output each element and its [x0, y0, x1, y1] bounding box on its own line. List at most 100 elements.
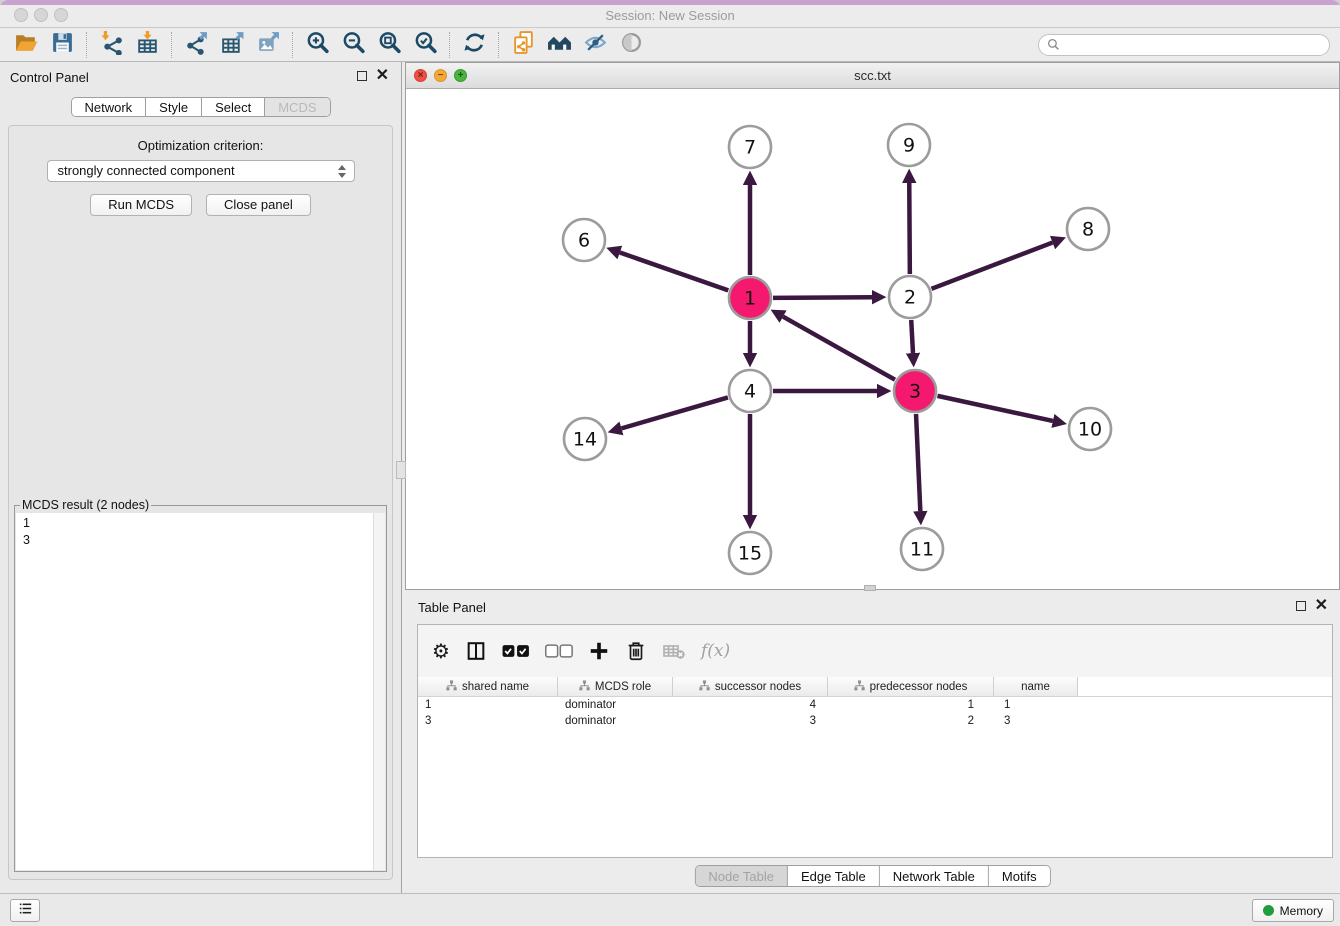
graph-node-2[interactable]: 2	[889, 276, 931, 318]
table-cell[interactable]: 3	[994, 713, 1078, 729]
table-body: 1dominator4113dominator323	[418, 697, 1332, 729]
zoom-in-button[interactable]	[299, 30, 335, 60]
add-column-icon[interactable]	[588, 636, 610, 666]
select-all-icon[interactable]	[502, 636, 530, 666]
run-mcds-button[interactable]: Run MCDS	[90, 194, 192, 216]
svg-text:4: 4	[744, 381, 756, 403]
table-cell[interactable]: 4	[673, 697, 828, 713]
delete-column-icon[interactable]	[625, 636, 647, 666]
table-row[interactable]: 3dominator323	[418, 713, 1332, 729]
column-header-shared-name[interactable]: shared name	[418, 677, 558, 696]
table-row[interactable]: 1dominator411	[418, 697, 1332, 713]
graphics-details-button[interactable]	[577, 30, 613, 60]
duplicate-network-button[interactable]	[505, 30, 541, 60]
toolbar-separator	[449, 32, 450, 58]
graph-node-3[interactable]: 3	[894, 370, 936, 412]
search-box[interactable]	[1038, 34, 1330, 56]
graph-node-7[interactable]: 7	[729, 126, 771, 168]
graph-edge-3-10[interactable]	[937, 396, 1052, 421]
close-panel-icon[interactable]: ✕	[376, 70, 389, 82]
tab-motifs[interactable]: Motifs	[989, 866, 1050, 886]
column-header-MCDS-role[interactable]: MCDS role	[558, 677, 673, 696]
graph-edge-4-14[interactable]	[621, 397, 727, 428]
panel-splitter-handle[interactable]	[396, 461, 406, 479]
search-input[interactable]	[1065, 38, 1321, 52]
zoom-fit-button[interactable]	[371, 30, 407, 60]
mcds-result-title: MCDS result (2 nodes)	[20, 498, 151, 512]
tab-edge-table[interactable]: Edge Table	[788, 866, 880, 886]
deselect-all-icon[interactable]	[545, 636, 573, 666]
graph-node-8[interactable]: 8	[1067, 208, 1109, 250]
graph-node-11[interactable]: 11	[901, 528, 943, 570]
table-settings-icon[interactable]: ⚙	[432, 636, 450, 666]
table-cell[interactable]: dominator	[558, 697, 673, 713]
graph-node-10[interactable]: 10	[1069, 408, 1111, 450]
table-cell[interactable]: 1	[994, 697, 1078, 713]
table-cell[interactable]: dominator	[558, 713, 673, 729]
import-network-button[interactable]	[93, 30, 129, 60]
column-type-icon	[854, 680, 865, 694]
table-panel-tabs: Node TableEdge TableNetwork TableMotifs	[694, 865, 1050, 887]
column-header-successor-nodes[interactable]: successor nodes	[673, 677, 828, 696]
graph-node-4[interactable]: 4	[729, 370, 771, 412]
svg-text:1: 1	[744, 288, 756, 310]
column-header-label: MCDS role	[595, 681, 651, 693]
graph-node-15[interactable]: 15	[729, 532, 771, 574]
close-panel-icon[interactable]: ✕	[1315, 600, 1328, 612]
memory-button[interactable]: Memory	[1252, 899, 1334, 922]
birds-eye-button[interactable]	[613, 30, 649, 60]
float-panel-icon[interactable]	[357, 71, 367, 81]
save-icon	[50, 30, 75, 60]
tab-style[interactable]: Style	[146, 98, 202, 116]
column-selector-icon[interactable]	[465, 636, 487, 666]
list-icon	[17, 900, 34, 922]
zoom-selected-button[interactable]	[407, 30, 443, 60]
result-scrollbar[interactable]	[373, 513, 385, 870]
graph-edge-1-6[interactable]	[620, 253, 728, 291]
graph-edge-2-8[interactable]	[931, 243, 1052, 289]
graph-node-9[interactable]: 9	[888, 124, 930, 166]
refresh-button[interactable]	[456, 30, 492, 60]
criterion-select[interactable]: strongly connected component	[47, 160, 355, 182]
svg-text:10: 10	[1078, 419, 1102, 441]
export-network-button[interactable]	[178, 30, 214, 60]
network-splitter-handle[interactable]	[864, 585, 876, 591]
network-canvas[interactable]: 7 9 6 8 1 2 4 3 14 10 15 11	[406, 89, 1339, 589]
tab-network[interactable]: Network	[71, 98, 146, 116]
column-header-label: shared name	[462, 681, 529, 693]
zoom-out-button[interactable]	[335, 30, 371, 60]
table-cell[interactable]: 3	[418, 713, 558, 729]
mcds-result-area: 13	[16, 513, 385, 870]
tab-node-table[interactable]: Node Table	[695, 866, 788, 886]
tab-select[interactable]: Select	[202, 98, 265, 116]
graph-edge-3-1[interactable]	[783, 317, 895, 380]
column-header-predecessor-nodes[interactable]: predecessor nodes	[828, 677, 994, 696]
graph-node-1[interactable]: 1	[729, 277, 771, 319]
open-session-button[interactable]	[8, 30, 44, 60]
export-table-button[interactable]	[214, 30, 250, 60]
table-cell[interactable]: 3	[673, 713, 828, 729]
graph-edge-2-3[interactable]	[911, 320, 913, 353]
graph-node-6[interactable]: 6	[563, 219, 605, 261]
table-cell[interactable]: 2	[828, 713, 994, 729]
tab-mcds[interactable]: MCDS	[265, 98, 329, 116]
save-session-button[interactable]	[44, 30, 80, 60]
export-image-button[interactable]	[250, 30, 286, 60]
graph-node-14[interactable]: 14	[564, 418, 606, 460]
tab-network-table[interactable]: Network Table	[880, 866, 989, 886]
column-header-label: predecessor nodes	[870, 681, 968, 693]
toolbar-separator	[498, 32, 499, 58]
first-neighbors-button[interactable]	[541, 30, 577, 60]
export-table-icon	[220, 30, 245, 60]
float-panel-icon[interactable]	[1296, 601, 1306, 611]
table-cell[interactable]: 1	[418, 697, 558, 713]
column-header-label: successor nodes	[715, 681, 801, 693]
table-cell[interactable]: 1	[828, 697, 994, 713]
graph-edge-2-9[interactable]	[909, 183, 910, 274]
import-table-button[interactable]	[129, 30, 165, 60]
column-header-name[interactable]: name	[994, 677, 1078, 696]
close-panel-button[interactable]: Close panel	[206, 194, 311, 216]
graph-edge-3-11[interactable]	[916, 414, 920, 511]
task-history-button[interactable]	[10, 899, 40, 922]
graph-edge-1-2[interactable]	[773, 297, 872, 298]
